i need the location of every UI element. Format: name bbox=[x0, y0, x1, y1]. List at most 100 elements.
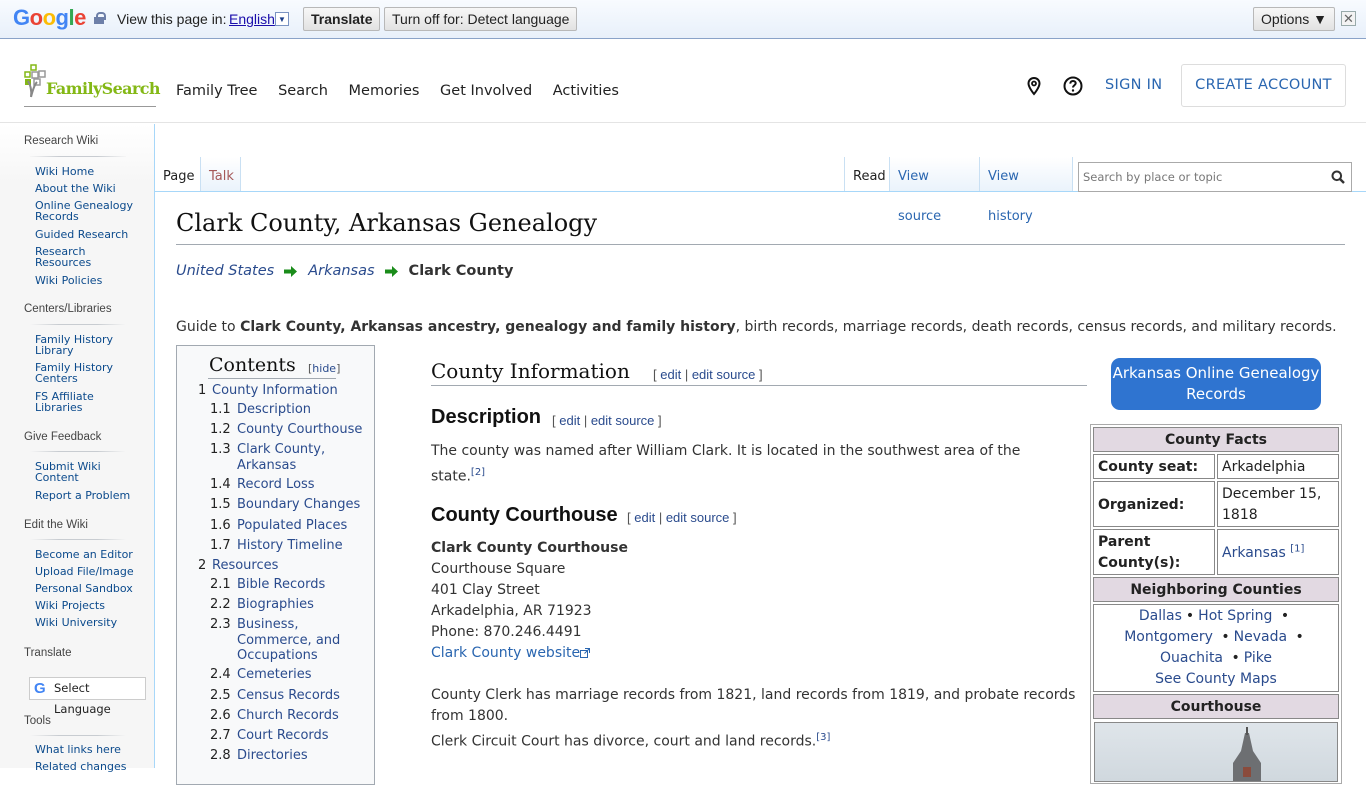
arrow-right-icon bbox=[384, 265, 398, 277]
create-account-button[interactable]: CREATE ACCOUNT bbox=[1181, 64, 1346, 107]
sidebar-item-online-records[interactable]: Online Genealogy Records bbox=[35, 200, 135, 222]
sidebar-item-fhl[interactable]: Family History Library bbox=[35, 334, 115, 356]
sidebar-item-fhc[interactable]: Family History Centers bbox=[35, 362, 115, 384]
lock-icon bbox=[94, 12, 106, 24]
sidebar-item-wiki-home[interactable]: Wiki Home bbox=[35, 166, 150, 177]
address-line: Arkadelphia, AR 71923 bbox=[431, 603, 592, 619]
divider bbox=[30, 324, 126, 325]
neighboring-counties-list: Dallas • Hot Spring • Montgomery • Nevada •… bbox=[1093, 604, 1339, 692]
google-logo: Google bbox=[13, 5, 86, 30]
sidebar-item-related-changes[interactable]: Related changes bbox=[35, 761, 150, 772]
courthouse-photo[interactable] bbox=[1094, 722, 1338, 782]
search-input[interactable] bbox=[1081, 166, 1321, 188]
neighbor-link[interactable]: Ouachita bbox=[1160, 650, 1223, 666]
nav-get-involved[interactable]: Get Involved bbox=[440, 83, 532, 99]
tab-talk[interactable]: Talk bbox=[201, 157, 241, 191]
sidebar-item-wiki-policies[interactable]: Wiki Policies bbox=[35, 275, 150, 286]
sign-in-link[interactable]: SIGN IN bbox=[1105, 77, 1162, 93]
citation-link[interactable]: [2] bbox=[471, 467, 485, 478]
sidebar-item-upload[interactable]: Upload File/Image bbox=[35, 566, 150, 577]
language-select[interactable]: English bbox=[229, 11, 275, 27]
edit-link[interactable]: edit bbox=[634, 510, 655, 525]
table-of-contents: Contents [hide] 1 County Information 1.1 D… bbox=[176, 345, 375, 785]
breadcrumb: United States Arkansas Clark County bbox=[176, 263, 513, 279]
toc-hide-toggle[interactable]: [hide] bbox=[308, 362, 340, 375]
toc-title: Contents bbox=[209, 354, 296, 376]
sidebar-item-affiliate-libraries[interactable]: FS Affiliate Libraries bbox=[35, 391, 105, 413]
organized-value: December 15, 1818 bbox=[1217, 481, 1339, 527]
tab-page[interactable]: Page bbox=[155, 157, 201, 191]
familysearch-logo[interactable]: FamilySearch bbox=[24, 64, 161, 107]
turn-off-button[interactable]: Turn off for: Detect language bbox=[384, 7, 578, 31]
nav-memories[interactable]: Memories bbox=[349, 83, 420, 99]
divider bbox=[431, 385, 1087, 386]
sidebar-item-what-links-here[interactable]: What links here bbox=[35, 744, 150, 755]
breadcrumb-current: Clark County bbox=[408, 263, 514, 279]
edit-source-link[interactable]: edit source bbox=[591, 413, 655, 428]
citation-link[interactable]: [1] bbox=[1290, 543, 1304, 554]
clark-county-website-link[interactable]: Clark County website bbox=[431, 645, 580, 661]
neighbor-link[interactable]: Dallas bbox=[1139, 608, 1182, 624]
nav-search[interactable]: Search bbox=[278, 83, 328, 99]
edit-link[interactable]: edit bbox=[559, 413, 580, 428]
divider bbox=[30, 451, 126, 452]
sidebar-item-guided-research[interactable]: Guided Research bbox=[35, 229, 150, 240]
select-language-dropdown[interactable]: G Select Language bbox=[29, 677, 146, 716]
sidebar-item-submit-content[interactable]: Submit Wiki Content bbox=[35, 461, 105, 483]
circuit-clerk-text: Clerk Circuit Court has divorce, court a… bbox=[431, 732, 831, 750]
nav-family-tree[interactable]: Family Tree bbox=[176, 83, 257, 99]
courthouse-header: Courthouse bbox=[1093, 694, 1339, 719]
tab-view-history[interactable]: View history bbox=[980, 157, 1073, 224]
divider bbox=[30, 539, 126, 540]
see-county-maps-link[interactable]: See County Maps bbox=[1155, 671, 1277, 687]
tab-view-source[interactable]: View source bbox=[890, 157, 980, 224]
divider bbox=[208, 378, 336, 379]
sidebar-item-wiki-university[interactable]: Wiki University bbox=[35, 617, 150, 628]
parent-county-value: Arkansas [1] bbox=[1217, 529, 1339, 575]
location-pin-icon[interactable] bbox=[1024, 76, 1044, 96]
parent-county-link[interactable]: Arkansas bbox=[1222, 545, 1286, 561]
neighbor-link[interactable]: Pike bbox=[1244, 650, 1272, 666]
neighboring-counties-header: Neighboring Counties bbox=[1093, 577, 1339, 602]
address-line: Courthouse Square bbox=[431, 561, 566, 577]
arrow-right-icon bbox=[284, 265, 298, 277]
select-language-label: Select Language bbox=[54, 681, 111, 716]
logo-text: FamilySearch bbox=[46, 79, 161, 98]
edit-link[interactable]: edit bbox=[660, 367, 681, 382]
heading-description: Description bbox=[431, 406, 542, 428]
heading-county-information: County Information bbox=[431, 359, 630, 383]
site-header: FamilySearch Family Tree Search Memories… bbox=[0, 40, 1366, 123]
translate-bar: Google View this page in: English ▼ Tran… bbox=[0, 0, 1366, 39]
sidebar: Research Wiki Wiki Home About the Wiki O… bbox=[0, 124, 155, 772]
tab-read[interactable]: Read bbox=[844, 157, 890, 191]
view-in-label: View this page in: bbox=[117, 11, 227, 27]
breadcrumb-united-states[interactable]: United States bbox=[176, 263, 274, 279]
neighbor-link[interactable]: Nevada bbox=[1234, 629, 1287, 645]
google-g-icon: G bbox=[34, 680, 46, 697]
sidebar-item-wiki-projects[interactable]: Wiki Projects bbox=[35, 600, 150, 611]
sidebar-item-research-resources[interactable]: Research Resources bbox=[35, 246, 105, 268]
citation-link[interactable]: [3] bbox=[816, 732, 830, 743]
organized-label: Organized: bbox=[1093, 481, 1215, 527]
help-icon[interactable] bbox=[1063, 76, 1083, 96]
edit-source-link[interactable]: edit source bbox=[692, 367, 756, 382]
search-icon[interactable] bbox=[1331, 170, 1345, 184]
edit-section-links: [ edit | edit source ] bbox=[653, 367, 763, 382]
close-icon[interactable]: ✕ bbox=[1341, 11, 1356, 26]
external-link-icon bbox=[580, 648, 591, 658]
edit-source-link[interactable]: edit source bbox=[666, 510, 730, 525]
sidebar-item-report-problem[interactable]: Report a Problem bbox=[35, 490, 150, 501]
translate-button[interactable]: Translate bbox=[303, 7, 381, 31]
website-link-wrap: Clark County website bbox=[431, 643, 591, 664]
neighbor-link[interactable]: Hot Spring bbox=[1198, 608, 1272, 624]
sidebar-item-about-wiki[interactable]: About the Wiki bbox=[35, 183, 150, 194]
sidebar-item-sandbox[interactable]: Personal Sandbox bbox=[35, 583, 150, 594]
language-dropdown-icon[interactable]: ▼ bbox=[275, 12, 289, 26]
nav-activities[interactable]: Activities bbox=[553, 83, 619, 99]
neighbor-link[interactable]: Montgomery bbox=[1124, 629, 1213, 645]
arkansas-online-records-button[interactable]: Arkansas Online Genealogy Records bbox=[1111, 358, 1321, 410]
sidebar-item-become-editor[interactable]: Become an Editor bbox=[35, 549, 150, 560]
sidebar-heading-centers: Centers/Libraries bbox=[24, 303, 112, 315]
options-button[interactable]: Options ▼ bbox=[1253, 7, 1335, 31]
breadcrumb-arkansas[interactable]: Arkansas bbox=[308, 263, 374, 279]
